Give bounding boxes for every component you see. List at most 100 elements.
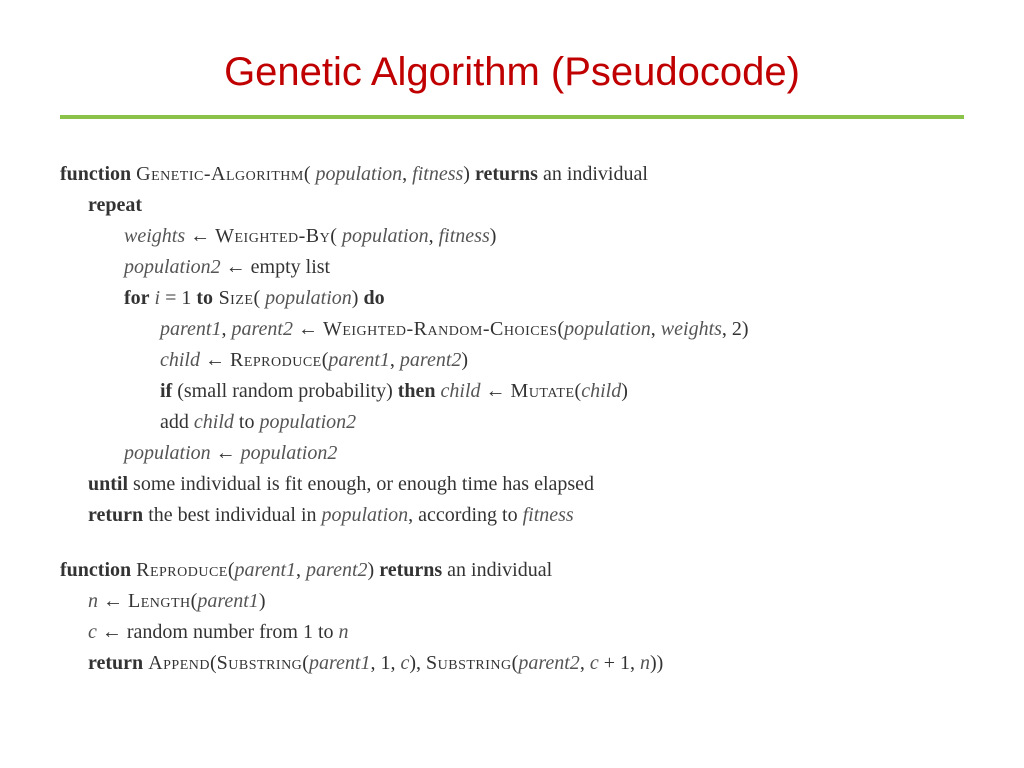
fn-size: Size (213, 287, 253, 309)
comma: , (580, 652, 590, 674)
keyword-returns: returns (475, 163, 538, 185)
mid: , 1, (370, 652, 400, 674)
var-weights: weights (124, 225, 185, 247)
arrow: ← (200, 349, 230, 371)
arg: population (564, 318, 651, 340)
keyword-do: do (363, 287, 384, 309)
comma: , (296, 559, 306, 581)
fn-weighted-random-choices: Weighted-Random-Choices (323, 318, 557, 340)
slide-title: Genetic Algorithm (Pseudocode) (60, 50, 964, 95)
text-add: add (160, 411, 194, 433)
arg: fitness (439, 225, 490, 247)
keyword-return: return (88, 652, 143, 674)
line-parents: parent1, parent2 ← Weighted-Random-Choic… (60, 314, 964, 345)
arrow: ← (211, 442, 241, 464)
arrow: ← (185, 225, 215, 247)
arg: weights (661, 318, 722, 340)
paren-open: ( (253, 287, 265, 309)
line-add-child: add child to population2 (60, 407, 964, 438)
comma: , (221, 318, 231, 340)
arg: child (581, 380, 621, 402)
paren-close: ) (490, 225, 497, 247)
returns-tail: an individual (442, 559, 552, 581)
return-pre: the best individual in (143, 504, 321, 526)
tail-2: , 2) (722, 318, 749, 340)
paren-open: ( (304, 163, 316, 185)
line-return: return the best individual in population… (60, 500, 964, 531)
fn-length: Length (128, 590, 191, 612)
arg-fitness: fitness (412, 163, 463, 185)
var-parent2: parent2 (231, 318, 292, 340)
return-mid: , according to (408, 504, 522, 526)
fn-weighted-by: Weighted-By (215, 225, 330, 247)
line-population2: population2 ← empty list (60, 252, 964, 283)
keyword-for: for (124, 287, 150, 309)
fn-substring: Substring (426, 652, 512, 674)
close-comma: ), (409, 652, 426, 674)
keyword-then: then (398, 380, 436, 402)
var-population: population (124, 442, 211, 464)
paren-open: ( (302, 652, 309, 674)
arg: c (400, 652, 409, 674)
keyword-returns: returns (379, 559, 442, 581)
arg: n (640, 652, 650, 674)
fn-mutate: Mutate (511, 380, 575, 402)
keyword-if: if (160, 380, 172, 402)
comma: , (651, 318, 661, 340)
arg: population (265, 287, 352, 309)
line-weights: weights ← Weighted-By( population, fitne… (60, 221, 964, 252)
arrow-random: ← random number from 1 to (97, 621, 339, 643)
function-signature: function Genetic-Algorithm( population, … (60, 159, 964, 190)
arg: parent1 (328, 349, 389, 371)
var-fitness: fitness (523, 504, 574, 526)
returns-tail: an individual (538, 163, 648, 185)
eq-one: = 1 (160, 287, 196, 309)
comma: , (429, 225, 439, 247)
paren-close: ) (352, 287, 364, 309)
comma: , (390, 349, 400, 371)
var-parent1: parent1 (160, 318, 221, 340)
plus-one: + 1, (599, 652, 640, 674)
keyword-function: function (60, 559, 131, 581)
keyword-function: function (60, 163, 131, 185)
until-text: some individual is fit enough, or enough… (128, 473, 594, 495)
paren-close: ) (463, 163, 475, 185)
function-signature-reproduce: function Reproduce(parent1, parent2) ret… (60, 555, 964, 586)
function-name: Genetic-Algorithm (136, 163, 304, 185)
line-for: for i = 1 to Size( population) do (60, 283, 964, 314)
pseudocode-block-1: function Genetic-Algorithm( population, … (60, 159, 964, 531)
arrow: ← (98, 590, 128, 612)
fn-substring: Substring (217, 652, 303, 674)
var-population: population (322, 504, 409, 526)
if-condition: (small random probability) (172, 380, 398, 402)
fn-reproduce: Reproduce (230, 349, 322, 371)
paren-open: ( (210, 652, 217, 674)
var-child: child (194, 411, 234, 433)
var-n: n (339, 621, 349, 643)
fn-append: Append (148, 652, 210, 674)
var-i: i (150, 287, 161, 309)
arg-parent2: parent2 (306, 559, 367, 581)
paren-close: )) (650, 652, 663, 674)
line-until: until some individual is fit enough, or … (60, 469, 964, 500)
line-child: child ← Reproduce(parent1, parent2) (60, 345, 964, 376)
line-c-random: c ← random number from 1 to n (60, 617, 964, 648)
var-child: child (160, 349, 200, 371)
arrow: ← (481, 380, 511, 402)
keyword-to: to (196, 287, 213, 309)
text-to: to (234, 411, 260, 433)
line-population-assign: population ← population2 (60, 438, 964, 469)
var-c: c (88, 621, 97, 643)
title-divider (60, 115, 964, 119)
var-population2: population2 (259, 411, 356, 433)
paren-open: ( (330, 225, 342, 247)
paren-close: ) (621, 380, 628, 402)
line-n-length: n ← Length(parent1) (60, 586, 964, 617)
arrow: ← (293, 318, 323, 340)
arg: parent1 (197, 590, 258, 612)
arg: c (590, 652, 599, 674)
paren-close: ) (368, 559, 380, 581)
paren-close: ) (461, 349, 468, 371)
arg-parent1: parent1 (235, 559, 296, 581)
line-if-mutate: if (small random probability) then child… (60, 376, 964, 407)
